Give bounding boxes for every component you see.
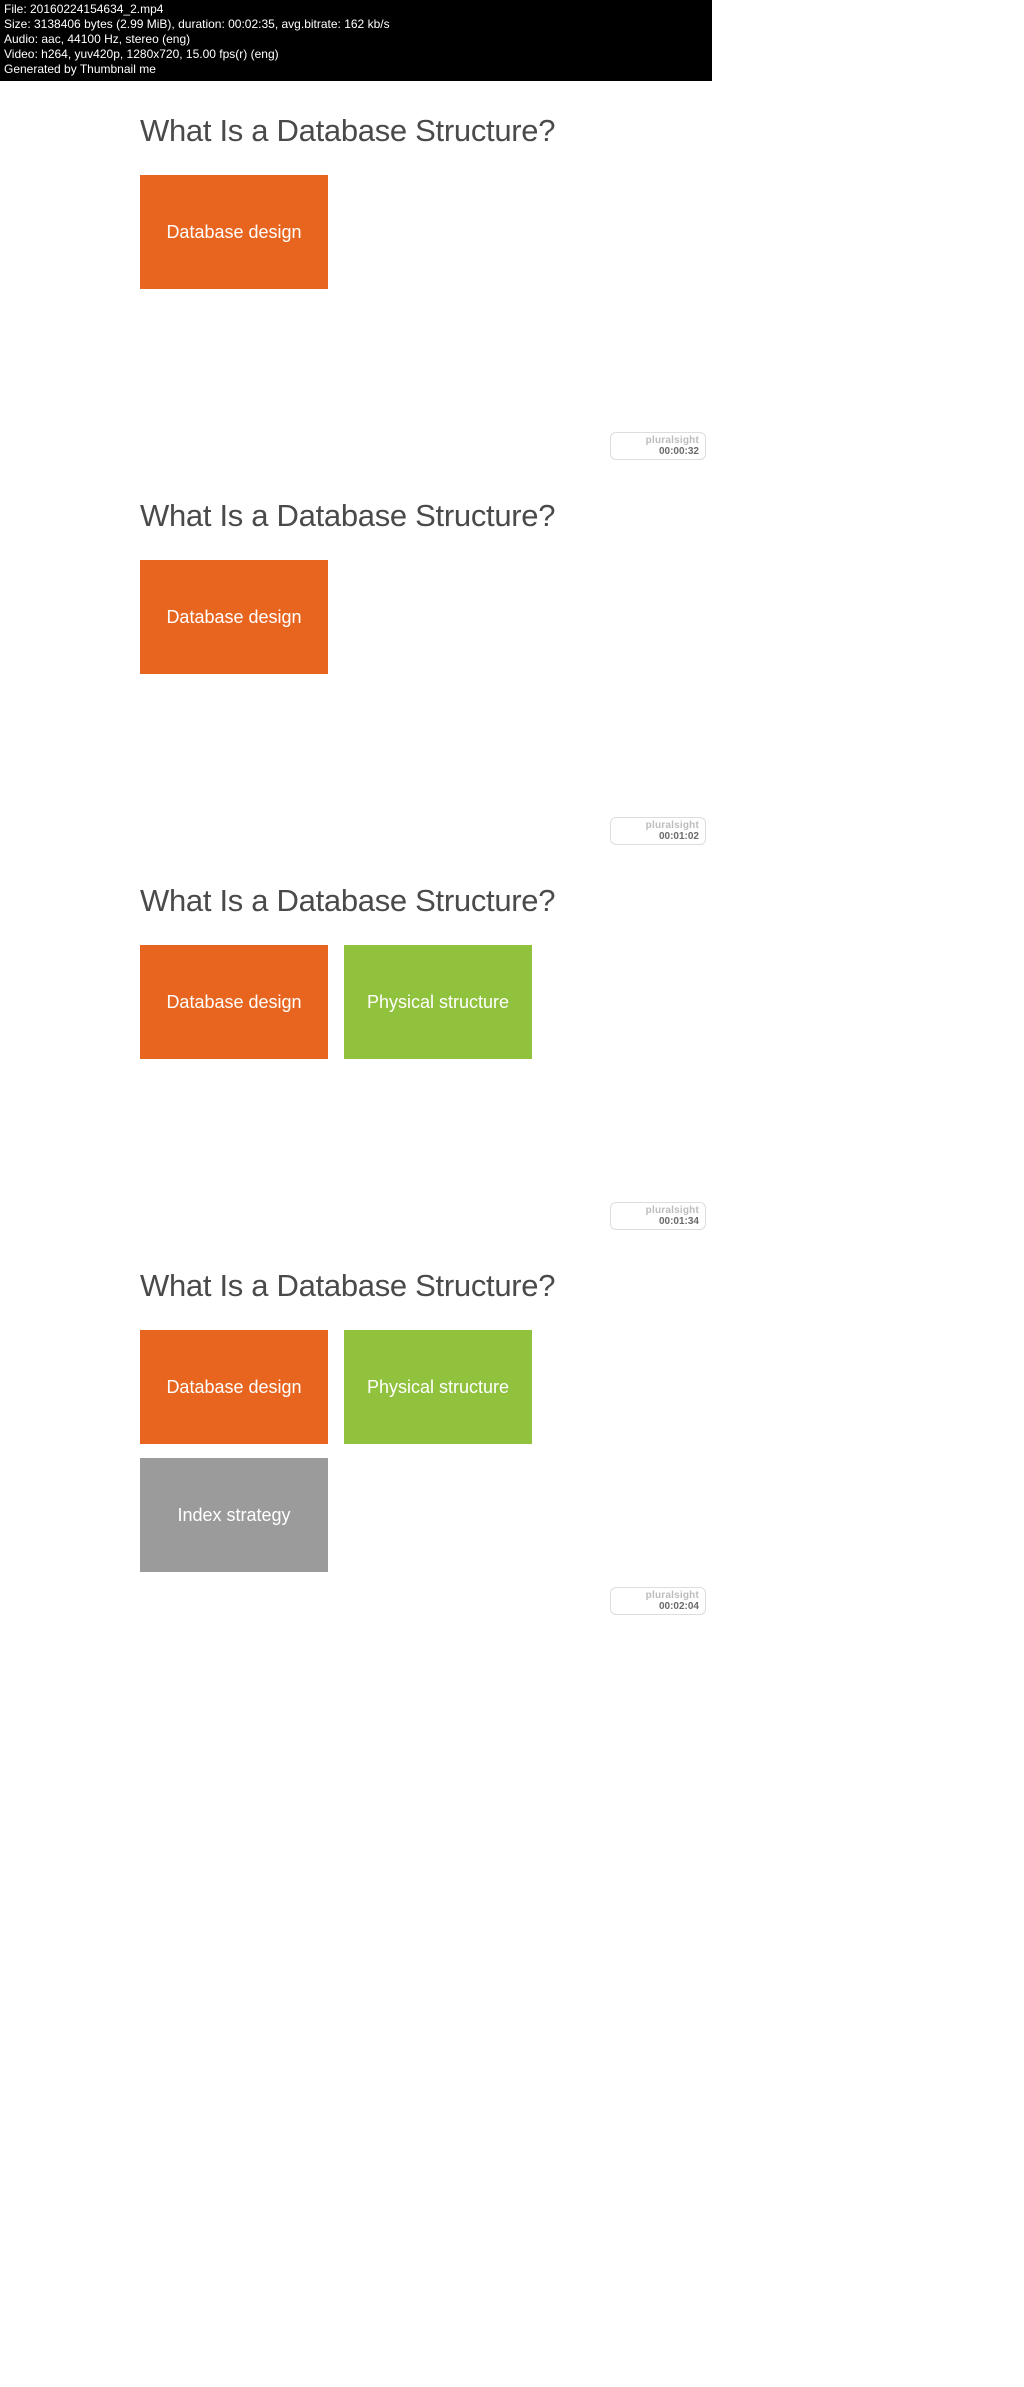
timestamp-badge: pluralsight 00:01:34 — [610, 1202, 706, 1230]
timestamp-badge: pluralsight 00:02:04 — [610, 1587, 706, 1615]
pill-database-design: Database design — [140, 175, 328, 289]
thumbnail-frame: What Is a Database Structure? Database d… — [0, 851, 712, 1236]
meta-generator: Generated by Thumbnail me — [4, 62, 708, 77]
pill-row: Database design Physical structure Index… — [140, 1330, 672, 1572]
timestamp-label: 00:01:34 — [659, 1217, 699, 1227]
timestamp-label: 00:02:04 — [659, 1602, 699, 1612]
meta-size: Size: 3138406 bytes (2.99 MiB), duration… — [4, 17, 708, 32]
pill-database-design: Database design — [140, 560, 328, 674]
pill-row: Database design — [140, 175, 672, 289]
pill-index-strategy: Index strategy — [140, 1458, 328, 1572]
thumbnail-frame: What Is a Database Structure? Database d… — [0, 1236, 712, 1621]
pill-physical-structure: Physical structure — [344, 945, 532, 1059]
pill-row: Database design Physical structure — [140, 945, 672, 1059]
brand-label: pluralsight — [646, 1591, 699, 1601]
slide-title: What Is a Database Structure? — [140, 113, 672, 149]
timestamp-label: 00:00:32 — [659, 447, 699, 457]
thumbnail-frame: What Is a Database Structure? Database d… — [0, 81, 712, 466]
video-metadata-header: File: 20160224154634_2.mp4 Size: 3138406… — [0, 0, 712, 81]
pill-physical-structure: Physical structure — [344, 1330, 532, 1444]
brand-label: pluralsight — [646, 436, 699, 446]
meta-file: File: 20160224154634_2.mp4 — [4, 2, 708, 17]
timestamp-badge: pluralsight 00:00:32 — [610, 432, 706, 460]
slide-title: What Is a Database Structure? — [140, 1268, 672, 1304]
pill-row: Database design — [140, 560, 672, 674]
meta-video: Video: h264, yuv420p, 1280x720, 15.00 fp… — [4, 47, 708, 62]
pill-database-design: Database design — [140, 945, 328, 1059]
slide-title: What Is a Database Structure? — [140, 498, 672, 534]
brand-label: pluralsight — [646, 1206, 699, 1216]
thumbnail-frame: What Is a Database Structure? Database d… — [0, 466, 712, 851]
timestamp-label: 00:01:02 — [659, 832, 699, 842]
brand-label: pluralsight — [646, 821, 699, 831]
timestamp-badge: pluralsight 00:01:02 — [610, 817, 706, 845]
meta-audio: Audio: aac, 44100 Hz, stereo (eng) — [4, 32, 708, 47]
slide-title: What Is a Database Structure? — [140, 883, 672, 919]
pill-database-design: Database design — [140, 1330, 328, 1444]
